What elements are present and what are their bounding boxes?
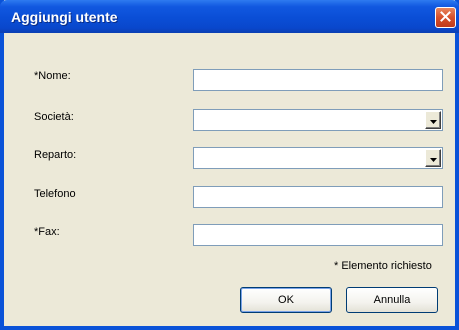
chevron-down-icon (429, 149, 437, 167)
dialog-title: Aggiungi utente (11, 9, 118, 25)
window-bottom-border (0, 326, 459, 330)
name-field[interactable] (193, 69, 443, 91)
chevron-down-icon (429, 111, 437, 129)
cancel-button[interactable]: Annulla (346, 287, 438, 313)
department-select[interactable] (193, 147, 443, 169)
company-label: Società: (34, 111, 74, 123)
fax-label: *Fax: (34, 226, 60, 238)
close-button[interactable] (435, 7, 456, 28)
title-bar[interactable]: Aggiungi utente (0, 0, 459, 33)
add-user-dialog: Aggiungi utente *Nome: Società: Reparto: (0, 0, 459, 330)
phone-field[interactable] (193, 186, 443, 208)
name-label: *Nome: (34, 70, 71, 82)
phone-label: Telefono (34, 188, 76, 200)
required-note: * Elemento richiesto (334, 260, 432, 272)
department-label: Reparto: (34, 149, 77, 161)
close-icon (440, 9, 451, 27)
fax-field[interactable] (193, 224, 443, 246)
company-select[interactable] (193, 109, 443, 131)
company-dropdown-button[interactable] (425, 111, 441, 129)
ok-button[interactable]: OK (240, 287, 332, 313)
department-dropdown-button[interactable] (425, 149, 441, 167)
